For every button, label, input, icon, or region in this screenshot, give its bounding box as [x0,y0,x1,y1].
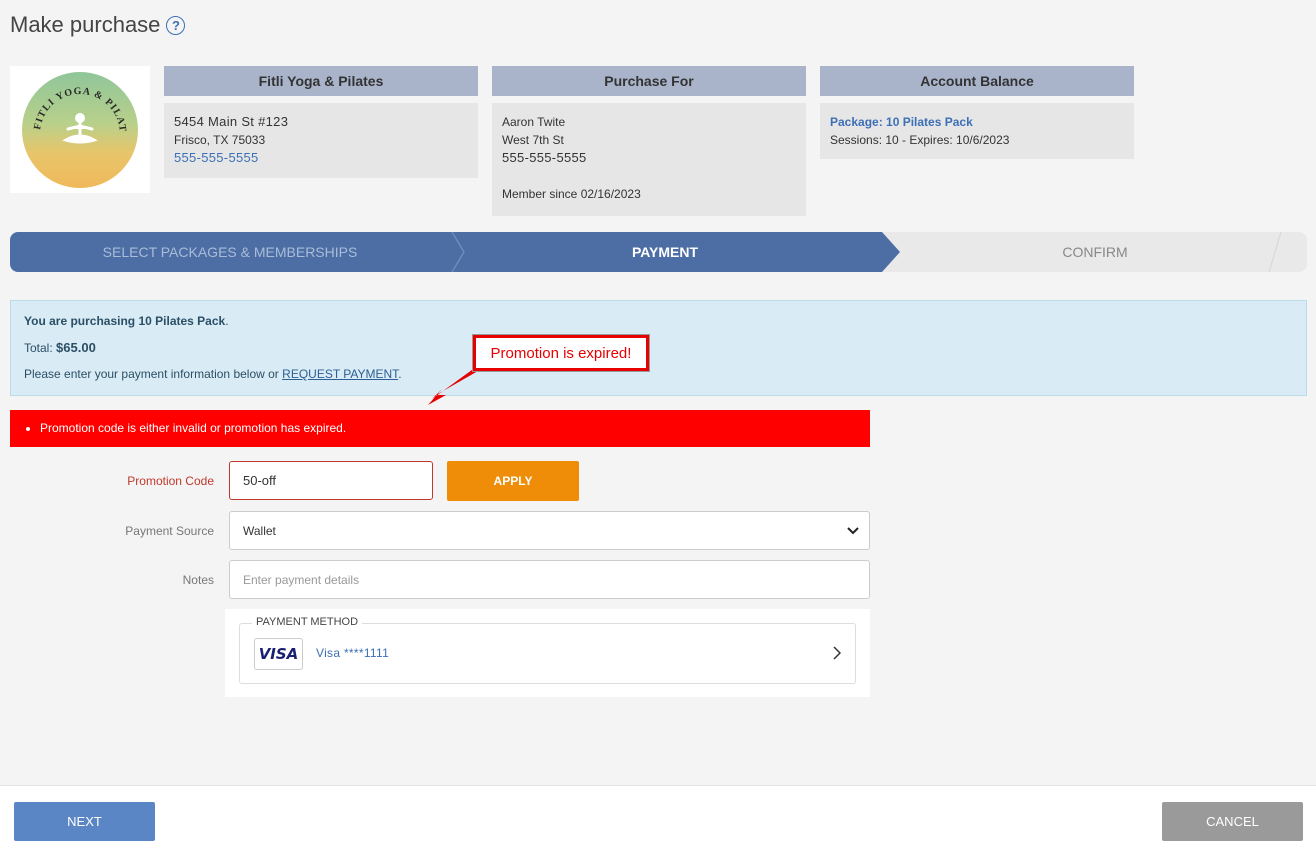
member-phone: 555-555-5555 [502,150,587,165]
help-circle-icon[interactable]: ? [166,15,186,35]
footer-bar: NEXT CANCEL [0,785,1316,852]
chevron-right-icon [833,646,841,660]
cancel-button[interactable]: CANCEL [1162,802,1303,841]
callout-arrow [428,367,478,405]
package-name: Package: 10 Pilates Pack [830,115,973,129]
step-payment[interactable]: PAYMENT [450,232,880,272]
payment-method-panel: PAYMENT METHOD VISA Visa ****1111 [225,609,870,697]
package-details: Sessions: 10 - Expires: 10/6/2023 [830,133,1010,147]
notes-placeholder: Enter payment details [243,572,360,587]
chevron-down-icon [847,526,859,534]
meditation-figure-icon: FITLI YOGA & PILATES [22,72,128,143]
logo-image: FITLI YOGA & PILATES [22,71,138,188]
notes-label: Notes [182,573,214,587]
svg-text:FITLI YOGA & PILATES: FITLI YOGA & PILATES [22,72,128,133]
studio-details: 5454 Main St #123 Frisco, TX 75033 555-5… [164,103,478,178]
account-balance-header: Account Balance [820,66,1134,96]
card-number: Visa ****1111 [316,646,390,660]
error-message: Promotion code is either invalid or prom… [40,421,870,435]
notes-input[interactable]: Enter payment details [229,560,870,599]
total-value: $65.00 [56,340,96,355]
payment-method-row[interactable]: PAYMENT METHOD VISA Visa ****1111 [239,616,856,684]
member-name: Aaron Twite [502,115,566,129]
page-title: Make purchase ? [10,12,186,38]
step-confirm[interactable]: CONFIRM [900,232,1290,272]
step-select-packages[interactable]: SELECT PACKAGES & MEMBERSHIPS [10,232,450,272]
purchase-for-card: Purchase For Aaron Twite West 7th St 555… [492,66,806,216]
promotion-code-value: 50-off [243,473,277,488]
purchase-for-details: Aaron Twite West 7th St 555-555-5555 Mem… [492,103,806,216]
promotion-expired-callout: Promotion is expired! [472,334,650,372]
studio-phone-link[interactable]: 555-555-5555 [174,149,468,167]
payment-source-value: Wallet [243,523,276,538]
studio-logo: FITLI YOGA & PILATES [10,66,150,193]
instructions-text: Please enter your payment information be… [24,367,279,381]
promotion-code-input[interactable]: 50-off [229,461,433,500]
studio-address2: Frisco, TX 75033 [174,133,266,147]
member-since: Member since 02/16/2023 [502,187,641,201]
purchase-for-header: Purchase For [492,66,806,96]
promotion-code-label: Promotion Code [127,474,214,488]
next-button[interactable]: NEXT [14,802,155,841]
purchasing-text: You are purchasing 10 Pilates Pack [24,314,226,328]
studio-name: Fitli Yoga & Pilates [164,66,478,96]
logo-text: FITLI YOGA & PILATES [22,72,127,133]
error-alert: Promotion code is either invalid or prom… [10,410,870,447]
page-title-text: Make purchase [10,12,161,37]
payment-method-legend: PAYMENT METHOD [252,616,363,628]
apply-button[interactable]: APPLY [447,461,579,501]
account-balance-details: Package: 10 Pilates Pack Sessions: 10 - … [820,103,1134,159]
payment-source-label: Payment Source [125,524,214,538]
account-balance-card: Account Balance Package: 10 Pilates Pack… [820,66,1134,159]
studio-card: Fitli Yoga & Pilates 5454 Main St #123 F… [164,66,478,178]
visa-logo-icon: VISA [254,638,303,670]
studio-address1: 5454 Main St #123 [174,114,289,129]
member-street: West 7th St [502,133,564,147]
payment-source-select[interactable]: Wallet [229,511,870,550]
request-payment-link[interactable]: REQUEST PAYMENT [282,367,398,381]
checkout-stepper: SELECT PACKAGES & MEMBERSHIPS PAYMENT CO… [10,232,1307,272]
purchase-info-box: You are purchasing 10 Pilates Pack. Tota… [10,300,1307,396]
total-label: Total: [24,341,53,355]
